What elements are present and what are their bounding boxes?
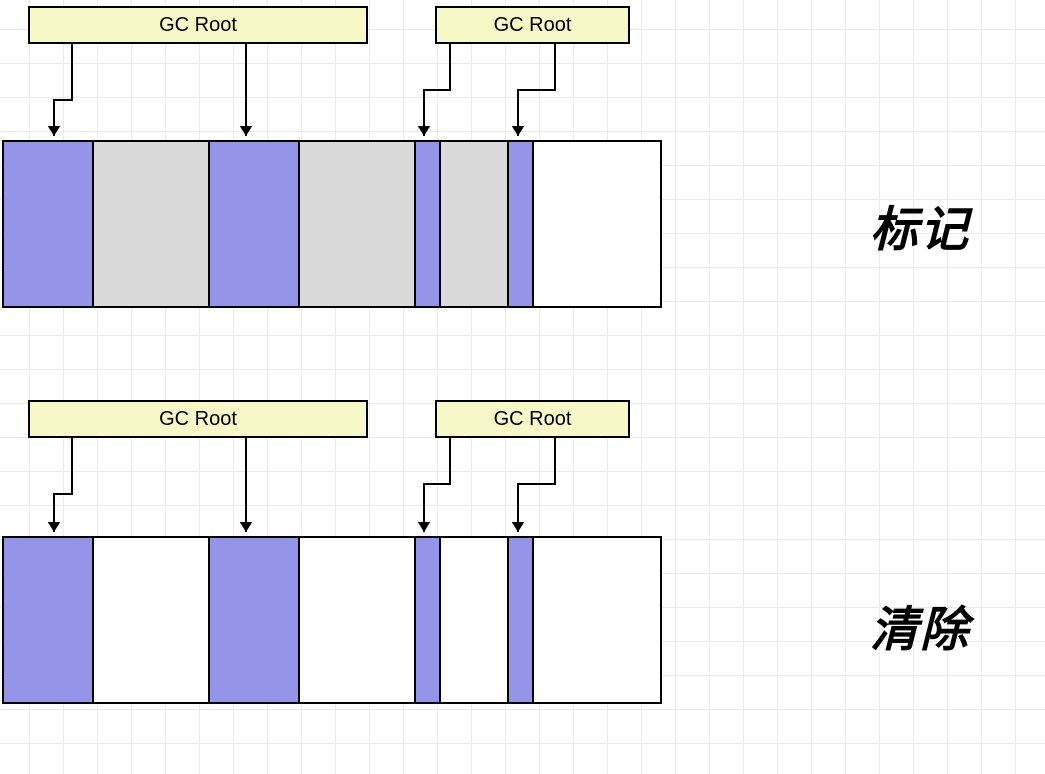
heap-segment-free (300, 538, 416, 702)
heap-segment-live (4, 538, 94, 702)
gc-root-label: GC Root (494, 14, 572, 36)
heap-segment-free (534, 142, 660, 306)
heap-segment-live (509, 538, 534, 702)
heap-segment-free (534, 538, 660, 702)
gc-root-label: GC Root (159, 408, 237, 430)
heap-segment-garbage (300, 142, 416, 306)
gc-root-box: GC Root (435, 6, 630, 44)
heap-segment-live (4, 142, 94, 306)
heap-segment-live (210, 142, 300, 306)
heap-sweep (2, 536, 662, 704)
gc-root-label: GC Root (159, 14, 237, 36)
heap-segment-free (441, 538, 509, 702)
heap-segment-garbage (94, 142, 210, 306)
heap-segment-live (416, 142, 441, 306)
heap-segment-garbage (441, 142, 509, 306)
heap-segment-live (509, 142, 534, 306)
phase-label-mark: 标记 (870, 190, 970, 260)
heap-segment-live (416, 538, 441, 702)
phase-label-sweep: 清除 (870, 590, 970, 660)
gc-root-box: GC Root (435, 400, 630, 438)
heap-segment-live (210, 538, 300, 702)
heap-segment-free (94, 538, 210, 702)
gc-root-box: GC Root (28, 400, 368, 438)
gc-root-label: GC Root (494, 408, 572, 430)
heap-mark (2, 140, 662, 308)
gc-root-box: GC Root (28, 6, 368, 44)
